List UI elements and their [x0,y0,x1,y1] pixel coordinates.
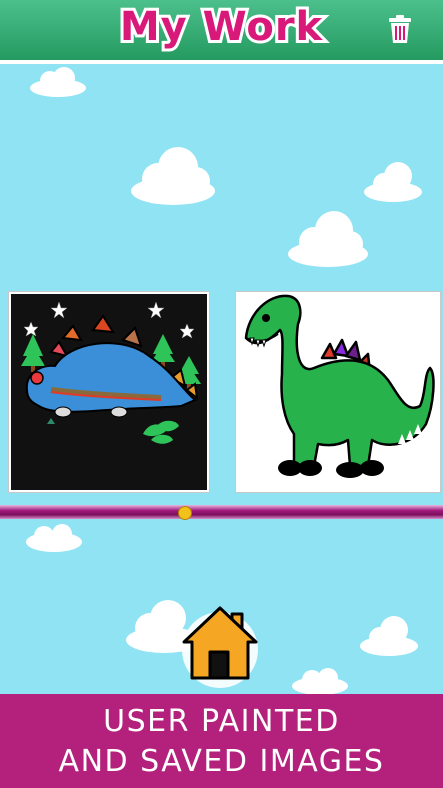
cloud-icon [131,147,215,205]
home-icon [182,606,258,688]
gallery-item-brontosaurus[interactable] [236,292,440,492]
cloud-icon [26,524,82,552]
cloud-icon [30,67,86,97]
cloud-icon [364,162,422,202]
cloud-icon [292,668,348,694]
header-bar: My Work [0,0,443,64]
cloud-icon [360,616,418,656]
trash-icon[interactable] [387,14,413,44]
page-title: My Work [117,1,325,53]
page-scrollbar[interactable] [0,505,443,519]
promo-banner: USER PAINTED AND SAVED IMAGES [0,694,443,788]
banner-line-1: USER PAINTED [103,704,340,739]
home-button[interactable] [180,600,260,690]
banner-line-2: AND SAVED IMAGES [58,744,385,779]
brontosaurus-image [238,294,438,490]
page-indicator-dot[interactable] [178,506,192,520]
stegosaurus-image [11,294,207,490]
cloud-icon [288,211,368,267]
gallery-item-stegosaurus[interactable] [9,292,209,492]
